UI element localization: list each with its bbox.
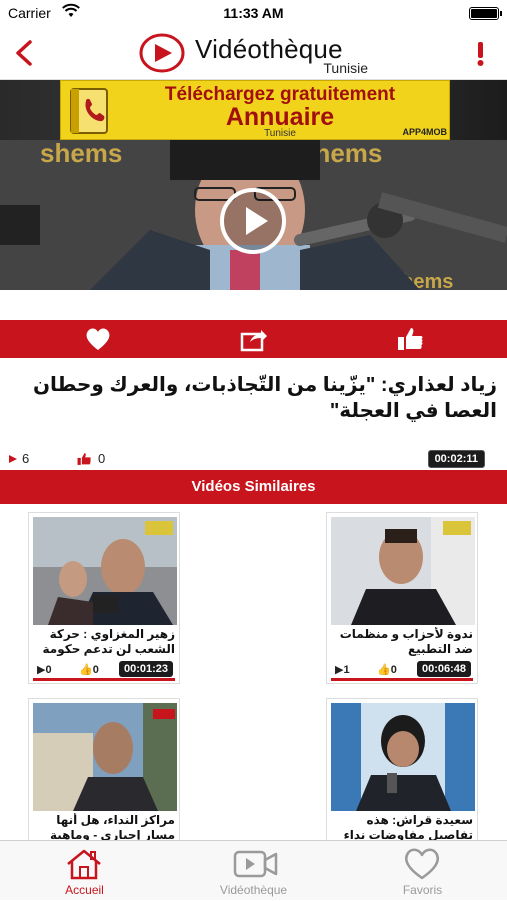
tab-accueil[interactable]: Accueil — [0, 841, 169, 901]
tab-bar: Accueil Vidéothèque Favoris — [0, 840, 507, 900]
card-duration: 00:06:48 — [416, 661, 471, 677]
heart-icon[interactable] — [84, 326, 112, 352]
app-logo: Vidéothèque Tunisie — [139, 30, 374, 78]
card-views: ▶1 — [335, 664, 350, 676]
video-thumbnail — [33, 703, 177, 811]
app-subtitle: Tunisie — [323, 60, 368, 76]
duration-badge: 00:02:11 — [427, 450, 485, 468]
card-views: ▶0 — [37, 664, 52, 676]
views-count: 6 — [22, 451, 30, 466]
card-duration: 00:01:23 — [118, 661, 173, 677]
svg-text:shems: shems — [40, 138, 122, 168]
tab-accueil-label: Accueil — [65, 883, 104, 897]
status-bar: Carrier 11:33 AM — [0, 0, 507, 26]
video-stats: 6 0 00:02:11 — [0, 448, 507, 470]
card-stats: ▶0 👍0 00:01:23 — [33, 661, 175, 681]
play-logo-icon — [139, 33, 185, 73]
tab-favoris-label: Favoris — [402, 883, 443, 897]
tab-videotheque[interactable]: Vidéothèque — [169, 841, 338, 901]
play-icon[interactable] — [219, 187, 287, 255]
likes-count: 0 — [98, 451, 106, 466]
card-likes: 👍0 — [377, 664, 397, 676]
app-title: Vidéothèque — [195, 34, 343, 64]
ad-line-3: Tunisie — [264, 128, 296, 139]
clock: 11:33 AM — [223, 5, 284, 21]
back-icon — [16, 40, 32, 66]
video-title: زياد لعذاري: "يزّينا من التّجاذبات، والع… — [32, 374, 497, 422]
tab-videotheque-label: Vidéothèque — [219, 883, 288, 897]
favorites-heart-icon — [405, 848, 439, 880]
back-button[interactable] — [10, 36, 40, 70]
report-button[interactable] — [471, 36, 491, 70]
similar-video-card[interactable]: زهير المغزاوي : حركة الشعب لن تدعم حكومة… — [28, 512, 180, 684]
video-actions-bar — [0, 320, 507, 358]
video-thumbnail — [33, 517, 177, 625]
phone-book-icon — [70, 88, 108, 134]
eye-icon — [9, 455, 17, 463]
likes-icon — [77, 453, 91, 465]
card-stats: ▶1 👍0 00:06:48 — [331, 661, 473, 681]
card-title: زهير المغزاوي : حركة الشعب لن تدعم حكومة — [42, 627, 175, 656]
similar-videos-header: Vidéos Similaires — [0, 470, 507, 504]
battery-icon — [469, 7, 502, 20]
ad-banner[interactable]: Téléchargez gratuitement Annuaire Tunisi… — [60, 80, 450, 140]
home-icon — [67, 849, 101, 880]
share-icon[interactable] — [240, 326, 268, 352]
thumbs-up-icon[interactable] — [396, 326, 424, 352]
alert-icon — [477, 42, 484, 66]
video-player[interactable]: shems shems shems Téléchargez gratuiteme… — [0, 80, 507, 290]
tab-favoris[interactable]: Favoris — [338, 841, 507, 901]
ad-badge: APP4MOB — [402, 127, 447, 137]
video-camera-icon — [233, 850, 278, 878]
card-title: ندوة لأحزاب و منظمات ضد التطبيع — [339, 627, 473, 656]
navigation-bar: Vidéothèque Tunisie — [0, 26, 507, 80]
video-thumbnail — [331, 703, 475, 811]
card-likes: 👍0 — [79, 664, 99, 676]
similar-video-card[interactable]: ندوة لأحزاب و منظمات ضد التطبيع ▶1 👍0 00… — [326, 512, 478, 684]
video-thumbnail — [331, 517, 475, 625]
